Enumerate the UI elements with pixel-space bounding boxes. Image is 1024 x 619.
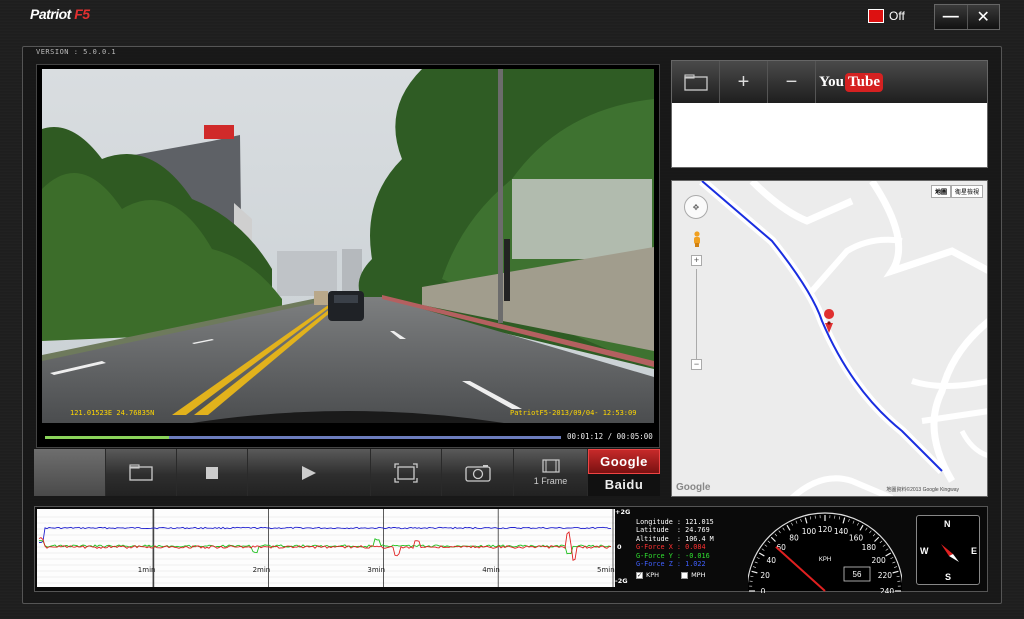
youtube-remove-button[interactable]: − [768,61,816,103]
play-icon [302,465,316,480]
speed-tick-label: 40 [767,556,777,565]
dashcam-frame-image [42,69,654,423]
folder-icon [683,73,708,91]
gforce-minute-label: 2min [253,566,271,574]
playback-progress-fill [45,436,169,439]
snapshot-button[interactable] [442,449,514,496]
map-attribution: 地圖資料©2013 Google Kingway [886,487,959,493]
film-icon [541,459,560,473]
play-button[interactable] [248,449,371,496]
speed-tick-label: 80 [789,533,799,542]
fullscreen-icon [394,462,418,483]
map-zoom-in-button[interactable]: + [691,255,702,266]
youtube-add-button[interactable]: + [720,61,768,103]
speedometer-dial: 020406080100 120 140160180200220240KPH56 [746,512,904,596]
menu-button[interactable] [34,449,106,496]
unit-kph-option[interactable]: ✓ KPH [636,571,659,579]
frame-step-label: 1 Frame [533,476,568,486]
speed-tick-label: 180 [862,543,877,552]
mph-checkbox[interactable] [681,571,689,579]
camera-icon [464,464,491,482]
map-type-selector: 地圖 衛星檢視 [930,185,983,198]
close-button[interactable]: ✕ [966,5,1000,29]
gps-overlay: 121.01523E 24.76835N [70,409,155,417]
record-toggle-label: Off [889,9,905,23]
speed-tick-label: 200 [872,556,887,565]
gforce-graph[interactable]: 1min 2min 3min 4min 5min [37,509,615,587]
open-file-button[interactable] [106,449,177,496]
speed-unit-selector: ✓ KPH MPH [636,571,706,579]
map-type-satellite[interactable]: 衛星檢視 [950,185,983,198]
video-player: 121.01523E 24.76835N PatriotF5-2013/09/0… [36,64,660,448]
folder-icon [129,464,153,481]
playback-time: 00:01:12 / 00:05:00 [567,432,653,441]
record-indicator-icon [868,9,884,23]
altitude-row: Altitude : 106.4 M [636,534,714,543]
fullscreen-button[interactable] [371,449,442,496]
map-zoom-slider[interactable] [696,269,697,361]
timestamp-overlay: PatriotF5-2013/09/04- 12:53:09 [510,409,637,417]
kph-checkbox[interactable]: ✓ [636,571,643,579]
app-window: Patriot F5 Off — ✕ VERSION : 5.0.0.1 121… [0,0,1024,619]
map-canvas [699,181,987,496]
brand-logo: Patriot F5 [30,6,90,22]
youtube-open-button[interactable] [672,61,720,103]
speed-tick-label: 0 [761,587,766,593]
minimize-button[interactable]: — [935,5,967,29]
pegman-icon[interactable] [692,231,702,247]
gforce-minute-label: 5min [597,566,615,574]
youtube-toolbar: + − You Tube [672,61,987,103]
playback-toolbar: 1 Frame [34,449,588,496]
speed-tick-label: 120 [818,525,833,534]
gforce-x-row: G-Force X : 0.084 [636,543,706,552]
latitude-row: Latitude : 24.769 [636,526,710,535]
gforce-minute-label: 4min [482,566,500,574]
map-provider-logo: Google [676,482,711,493]
compass-needle-icon [941,544,959,562]
youtube-list[interactable] [676,107,983,165]
longitude-row: Longitude : 121.015 [636,518,714,526]
record-toggle[interactable]: Off [868,8,918,24]
gforce-axis-bottom: -2G [615,577,628,585]
youtube-logo-button[interactable]: You Tube [816,61,886,103]
gforce-axis-zero: 0 [617,543,622,551]
speed-tick-label: 100 [802,527,817,536]
map-view[interactable]: 地圖 衛星檢視 ✥ + − Google 地圖資料©2013 Google Ki… [671,180,988,497]
frame-step-button[interactable]: 1 Frame [514,449,588,496]
gforce-axis-top: +2G [615,508,631,516]
map-type-map[interactable]: 地圖 [930,185,951,198]
gforce-chart: 1min 2min 3min 4min 5min [37,509,615,587]
map-pan-control[interactable]: ✥ [684,195,708,219]
speedometer: 0 20 40 60 80 100 120 140 160 180 200 220 240 KPH 56 [746,505,904,596]
map-provider-switch: Google Baidu [588,449,660,496]
map-zoom-out-button[interactable]: − [691,359,702,370]
speed-tick-label: 20 [760,571,770,580]
speed-value: 56 [853,570,862,579]
stop-icon [206,466,218,479]
video-display[interactable]: 121.01523E 24.76835N PatriotF5-2013/09/0… [42,69,654,423]
gforce-z-row: G-Force Z : 1.022 [636,560,706,569]
speed-tick-label: 160 [849,533,864,542]
gforce-y-row: G-Force Y : -0.016 [636,551,710,560]
window-controls: — ✕ [934,4,1000,30]
speed-unit-label: KPH [819,557,831,563]
playback-progress-bar[interactable] [45,436,561,439]
unit-mph-option[interactable]: MPH [681,571,706,579]
telemetry-readout: Longitude : 121.015 Latitude : 24.769 Al… [636,518,746,568]
baidu-map-option[interactable]: Baidu [588,473,660,496]
speed-tick-label: 140 [834,527,849,536]
version-label: VERSION : 5.0.0.1 [36,48,117,56]
google-map-option[interactable]: Google [588,449,660,474]
speed-tick-label: 240 [880,587,895,593]
compass: N E S W [916,515,980,585]
stop-button[interactable] [177,449,248,496]
speed-tick-label: 220 [878,571,893,580]
youtube-panel: + − You Tube [671,60,988,168]
gforce-minute-label: 3min [367,566,385,574]
